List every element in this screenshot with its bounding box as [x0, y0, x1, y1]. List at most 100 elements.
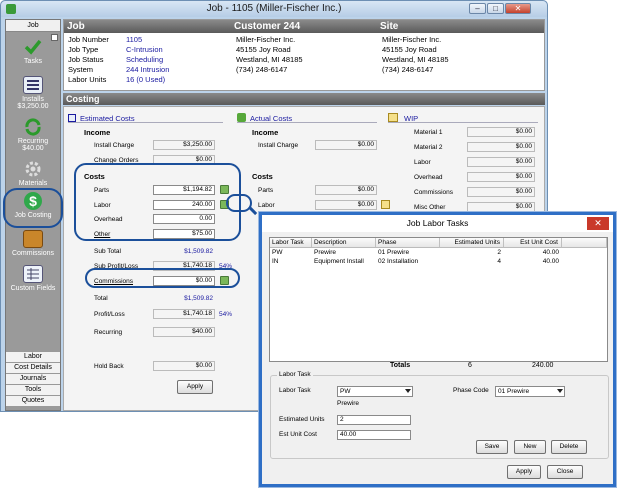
divider [68, 122, 223, 123]
sidebar-item-custom-fields[interactable]: Custom Fields [6, 265, 60, 292]
job-number-value[interactable]: 1105 [126, 35, 142, 44]
row-units: 2 [497, 249, 501, 256]
job-number-label: Job Number [68, 35, 109, 44]
wip-misc-label: Misc Other [414, 204, 446, 211]
col-description[interactable]: Description [312, 238, 376, 248]
act-install-charge-label: Install Charge [258, 142, 299, 149]
tab-cost-details[interactable]: Cost Details [6, 362, 60, 373]
job-type-value[interactable]: C-Intrusion [126, 45, 163, 54]
totals-label: Totals [390, 362, 411, 369]
labor-units-value[interactable]: 16 (0 Used) [126, 75, 165, 84]
title-bar: Job - 1105 (Miller-Fischer Inc.) – □ ✕ [1, 1, 547, 17]
job-type-label: Job Type [68, 45, 99, 54]
gear-icon [23, 160, 43, 178]
close-button[interactable]: ✕ [505, 3, 531, 14]
wip-icon [388, 113, 398, 122]
tab-journals[interactable]: Journals [6, 373, 60, 384]
labor-task-select[interactable]: PW [337, 386, 413, 397]
wip-labor-field: $0.00 [467, 157, 535, 167]
sidebar-item-label: Installs [22, 96, 44, 103]
chevron-down-icon [557, 389, 563, 393]
tab-labor[interactable]: Labor [6, 351, 60, 362]
row-phase: 02 Installation [378, 258, 419, 265]
job-column-title: Job [67, 21, 85, 32]
divider [237, 122, 377, 123]
window-title: Job - 1105 (Miller-Fischer Inc.) [206, 3, 342, 14]
est-unit-cost-input[interactable]: 40.00 [337, 430, 411, 440]
col-estimated-units[interactable]: Estimated Units [440, 238, 504, 248]
custom-fields-icon [23, 265, 43, 283]
site-column-title: Site [380, 21, 399, 32]
labor-task-group: Labor Task Labor Task PW Prewire Phase C… [270, 371, 609, 459]
table-row[interactable]: PW Prewire 01 Prewire 2 40.00 [270, 249, 607, 258]
est-subtotal-label: Sub Total [94, 248, 121, 255]
wip-material2-label: Material 2 [414, 144, 443, 151]
maximize-button[interactable]: □ [487, 3, 504, 14]
est-install-charge-field: $3,250.00 [153, 140, 215, 150]
minimize-button[interactable]: – [469, 3, 486, 14]
sidebar-item-amount: $40.00 [22, 145, 44, 152]
dialog-title: Job Labor Tasks [262, 215, 613, 232]
customer-name: Miller-Fischer Inc. [236, 35, 296, 44]
col-phase[interactable]: Phase [376, 238, 440, 248]
col-labor-task[interactable]: Labor Task [270, 238, 312, 248]
table-row[interactable]: IN Equipment Install 02 Installation 4 4… [270, 258, 607, 267]
est-install-charge-label: Install Charge [94, 142, 135, 149]
wip-overhead-field: $0.00 [467, 172, 535, 182]
dialog-close-button[interactable]: ✕ [587, 217, 609, 230]
wip-commissions-field: $0.00 [467, 187, 535, 197]
phase-code-select[interactable]: 01 Prewire [495, 386, 565, 397]
col-est-unit-cost[interactable]: Est Unit Cost [504, 238, 562, 248]
wip-material1-field: $0.00 [467, 127, 535, 137]
act-costs-heading: Costs [252, 172, 273, 181]
divider [388, 122, 538, 123]
labor-units-label: Labor Units [68, 75, 107, 84]
sidebar-item-installs[interactable]: Installs $3,250.00 [6, 76, 60, 110]
new-button[interactable]: New [514, 440, 546, 454]
system-value[interactable]: 244 Intrusion [126, 65, 169, 74]
act-income-heading: Income [252, 128, 279, 137]
sidebar-item-label: Custom Fields [10, 285, 56, 292]
chevron-down-icon [405, 389, 411, 393]
row-description: Prewire [314, 249, 337, 256]
phase-code-label: Phase Code [453, 387, 489, 394]
save-button[interactable]: Save [476, 440, 508, 454]
wip-labor-label: Labor [414, 159, 431, 166]
installs-icon [23, 76, 43, 94]
labor-task-description: Prewire [337, 400, 360, 407]
sidebar-item-commissions[interactable]: Commissions [6, 230, 60, 257]
wip-material2-field: $0.00 [467, 142, 535, 152]
est-units-input[interactable]: 2 [337, 415, 411, 425]
costing-section-title: Costing [63, 93, 545, 105]
row-description: Equipment Install [314, 258, 364, 265]
job-costing-highlight [3, 188, 63, 228]
sidebar-header: Job [6, 20, 60, 32]
sidebar-item-amount: $3,250.00 [17, 103, 49, 110]
costs-highlight [74, 163, 241, 241]
col-filler [562, 238, 607, 248]
customer-column-title: Customer 244 [234, 21, 301, 32]
tab-quotes[interactable]: Quotes [6, 395, 60, 406]
sidebar-item-tasks[interactable]: Tasks [6, 38, 60, 65]
job-status-label: Job Status [68, 55, 104, 64]
job-labor-tasks-dialog: Job Labor Tasks ✕ Labor Task Description… [259, 212, 616, 487]
dialog-close-btn[interactable]: Close [547, 465, 583, 479]
job-header-panel: Job Customer 244 Site Job Number 1105 Jo… [63, 19, 545, 91]
row-phase: 01 Prewire [378, 249, 410, 256]
header-bar: Job Customer 244 Site [64, 20, 544, 33]
system-label: System [68, 65, 94, 74]
tab-tools[interactable]: Tools [6, 384, 60, 395]
sidebar-item-materials[interactable]: Materials [6, 160, 60, 187]
wip-commissions-label: Commissions [414, 189, 454, 196]
job-status-value[interactable]: Scheduling [126, 55, 163, 64]
est-holdback-field: $0.00 [153, 361, 215, 371]
totals-cost: 240.00 [532, 362, 554, 369]
wip-material1-label: Material 1 [414, 129, 443, 136]
sidebar-item-recurring[interactable]: Recurring $40.00 [6, 118, 60, 152]
actual-labor-icon[interactable] [381, 200, 390, 209]
act-parts-field: $0.00 [315, 185, 377, 195]
apply-button[interactable]: Apply [177, 380, 213, 394]
dialog-apply-button[interactable]: Apply [507, 465, 541, 479]
estimated-costs-icon [68, 114, 76, 122]
delete-button[interactable]: Delete [551, 440, 587, 454]
